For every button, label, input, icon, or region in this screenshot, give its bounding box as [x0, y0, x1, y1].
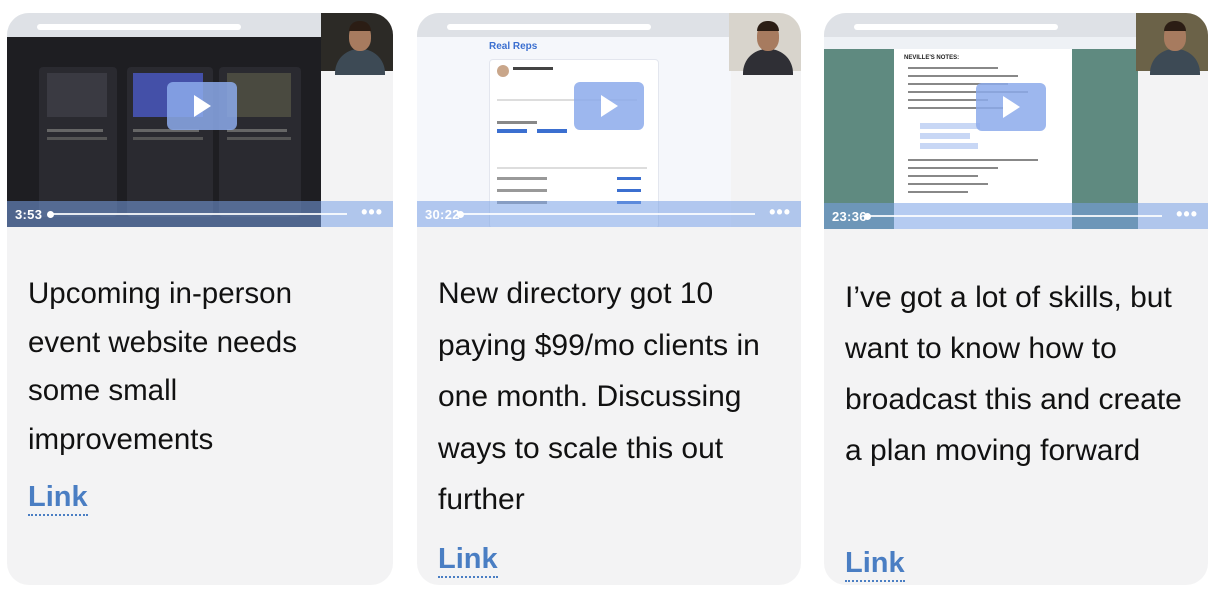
more-options-icon[interactable]: •••: [769, 202, 791, 223]
scrub-handle[interactable]: [47, 211, 54, 218]
card: NEVILLE'S NOTES: 23:36 ••• I’ve got a lo…: [824, 13, 1208, 585]
webcam-feed: [321, 13, 393, 75]
scrub-handle[interactable]: [457, 211, 464, 218]
slide-title: Real Reps: [489, 41, 538, 52]
player-controls: 3:53 •••: [7, 201, 393, 227]
player-controls: 30:22 •••: [417, 201, 801, 227]
video-duration: 23:36: [832, 209, 867, 224]
card-link[interactable]: Link: [438, 544, 498, 578]
video-duration: 30:22: [425, 207, 460, 222]
card: 3:53 ••• Upcoming in-person event websit…: [7, 13, 393, 585]
video-duration: 3:53: [15, 207, 43, 222]
play-button[interactable]: [574, 82, 644, 130]
webcam-feed: [729, 13, 801, 75]
browser-chrome: [417, 13, 731, 37]
card-description: Upcoming in-person event website needs s…: [28, 277, 297, 456]
more-options-icon[interactable]: •••: [361, 202, 383, 223]
video-frame: NEVILLE'S NOTES:: [824, 37, 1138, 229]
more-options-icon[interactable]: •••: [1176, 204, 1198, 225]
player-controls: 23:36 •••: [824, 203, 1208, 229]
browser-chrome: [7, 13, 321, 37]
card-link[interactable]: Link: [845, 548, 905, 582]
video-frame: Real Reps: [417, 37, 731, 227]
card: Real Reps 30:22 ••• New directory got 10…: [417, 13, 801, 585]
webcam-feed: [1136, 13, 1208, 75]
play-icon: [1003, 96, 1020, 118]
play-button[interactable]: [167, 82, 237, 130]
video-player[interactable]: Real Reps 30:22 •••: [417, 13, 801, 227]
play-button[interactable]: [976, 83, 1046, 131]
progress-bar[interactable]: [868, 215, 1162, 217]
card-link[interactable]: Link: [28, 482, 88, 516]
progress-bar[interactable]: [51, 213, 347, 215]
card-description: New directory got 10 paying $99/mo clien…: [438, 277, 760, 516]
card-description: I’ve got a lot of skills, but want to kn…: [845, 281, 1182, 467]
progress-bar[interactable]: [461, 213, 755, 215]
browser-chrome: [824, 13, 1138, 37]
video-frame: [7, 37, 321, 227]
play-icon: [601, 95, 618, 117]
play-icon: [194, 95, 211, 117]
video-player[interactable]: NEVILLE'S NOTES: 23:36 •••: [824, 13, 1208, 229]
scrub-handle[interactable]: [864, 213, 871, 220]
video-player[interactable]: 3:53 •••: [7, 13, 393, 227]
doc-heading: NEVILLE'S NOTES:: [904, 55, 960, 61]
